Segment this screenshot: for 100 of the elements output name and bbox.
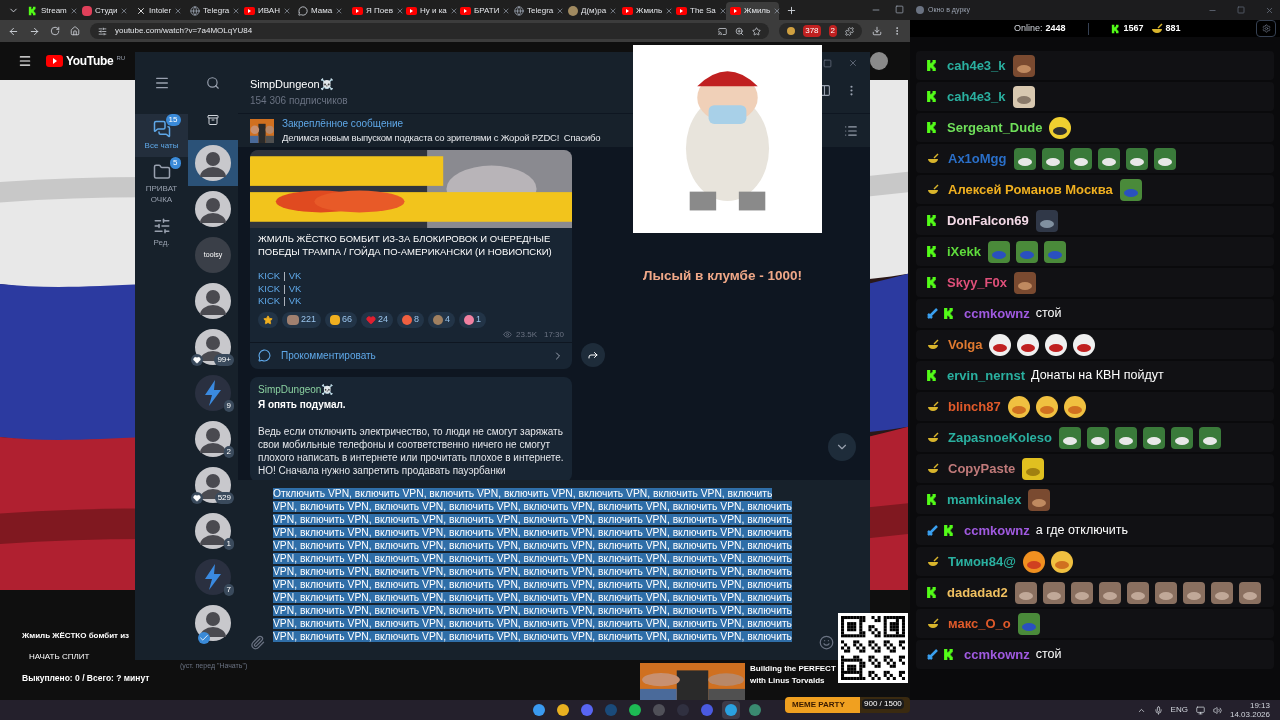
kick-logo-icon (926, 214, 939, 227)
chat-username: ccmkownz (964, 521, 1030, 540)
tab-title: Telegra (527, 5, 554, 17)
clock-date[interactable]: 14.03.2026 (1229, 710, 1270, 719)
close-icon[interactable] (773, 7, 782, 15)
browser-tab[interactable]: ИВАН (240, 2, 293, 20)
emote-icon (1021, 549, 1046, 574)
kick-logo-icon (926, 493, 939, 506)
emote-icon (1153, 580, 1178, 605)
chat-username: Sergeant_Dude (947, 118, 1043, 137)
chat-text: а где отключить (1035, 522, 1129, 540)
microphone-icon[interactable] (1153, 705, 1163, 715)
emote-icon (1181, 580, 1206, 605)
emote-icon (1044, 332, 1069, 357)
browser-tab[interactable]: Я Поев (348, 2, 401, 20)
emote-icon (1198, 425, 1223, 450)
close-icon[interactable] (335, 7, 344, 15)
emoji-icon[interactable] (819, 635, 834, 650)
emote-icon (1034, 394, 1059, 419)
emote-icon (1013, 270, 1037, 295)
cast-icon[interactable] (718, 26, 728, 36)
attach-icon[interactable] (250, 635, 265, 650)
chat-username: CopyPaste (948, 459, 1016, 478)
chat-username: iXekk (947, 242, 981, 261)
chat-username: Ax1oMgg (948, 149, 1007, 168)
emote-icon (987, 239, 1011, 264)
back-icon[interactable] (8, 25, 19, 37)
close-icon[interactable] (502, 7, 511, 15)
close-icon[interactable] (718, 7, 727, 15)
forward-icon[interactable] (29, 25, 40, 37)
site-info-icon[interactable] (98, 26, 107, 36)
browser-tab[interactable]: Студи (78, 2, 131, 20)
emote-icon (1043, 239, 1067, 264)
play-favicon-icon (352, 7, 363, 15)
close-icon[interactable] (395, 7, 404, 15)
browser-tab[interactable]: Жмиль (726, 2, 779, 20)
bought-text: Выкуплено: 0 / Всего: ? минут (22, 672, 150, 685)
tab-title: ИВАН (258, 5, 280, 17)
close-icon[interactable] (665, 7, 674, 15)
tab-title: Мама (311, 5, 333, 17)
play-favicon-icon (730, 7, 741, 15)
browser-tab[interactable]: Stream (24, 2, 77, 20)
chat-username: ervin_nernst (947, 366, 1026, 385)
browser-tab[interactable]: Intoler (132, 2, 185, 20)
close-icon[interactable] (69, 7, 78, 15)
zoom-icon[interactable] (735, 26, 745, 36)
menu-icon[interactable] (18, 54, 32, 68)
online-label: Online: (1014, 21, 1043, 35)
clock-time[interactable]: 19:13 (1249, 701, 1270, 710)
kick-logo-icon (943, 524, 956, 537)
tab-title: Жмиль (636, 5, 663, 17)
browser-tab[interactable]: Мама (294, 2, 347, 20)
close-icon[interactable] (174, 7, 183, 15)
chat-username: dadadad2 (947, 583, 1008, 602)
browser-tab[interactable]: Жмиль (618, 2, 671, 20)
chat-username: Тимон84@ (948, 552, 1016, 571)
chat-username: Алексей Романов Москва (948, 180, 1113, 199)
new-tab-icon[interactable] (786, 5, 797, 16)
close-icon[interactable] (556, 7, 565, 15)
browser-tab[interactable]: БРАТИ (456, 2, 509, 20)
close-icon[interactable] (1265, 5, 1274, 15)
extension-badge: 378 (803, 25, 821, 37)
url-text: youtube.com/watch?v=7a4MOLqYU84 (115, 25, 253, 37)
reload-icon[interactable] (50, 26, 60, 36)
youtube-logo[interactable]: YouTube $^{RU}$ (46, 52, 126, 70)
avatar-icon[interactable] (870, 52, 888, 70)
browser-tab[interactable]: Ну и ка (402, 2, 455, 20)
chat-username: DonFalcon69 (947, 211, 1029, 230)
close-icon[interactable] (848, 58, 858, 68)
split-button[interactable]: НАЧАТЬ СПЛИТ (22, 651, 90, 663)
home-icon[interactable] (70, 26, 80, 36)
emote-icon (1142, 425, 1167, 450)
bowl-icon (926, 338, 940, 351)
display-icon[interactable] (1195, 705, 1205, 715)
bowl-icon (926, 617, 940, 630)
extensions-icon[interactable] (845, 26, 854, 36)
download-icon[interactable] (872, 26, 882, 36)
kick-favicon-icon (28, 6, 38, 16)
browser-tab[interactable]: Telegra (510, 2, 563, 20)
language-indicator[interactable]: ENG (1170, 704, 1188, 716)
close-icon[interactable] (449, 7, 458, 15)
kick-logo-icon (926, 369, 939, 382)
emote-icon (1034, 208, 1059, 233)
close-icon[interactable] (282, 7, 291, 15)
bookmark-icon[interactable] (752, 26, 762, 36)
browser-tab[interactable]: Д(м)ра (564, 2, 617, 20)
taskbar-app-icon[interactable] (722, 701, 740, 719)
extension-icon[interactable] (787, 27, 796, 35)
volume-icon[interactable] (1212, 705, 1222, 715)
address-field[interactable]: youtube.com/watch?v=7a4MOLqYU84 (90, 23, 770, 39)
browser-tab[interactable]: Telegra (186, 2, 239, 20)
browser-tab[interactable]: The Sa (672, 2, 725, 20)
emote-icon (988, 332, 1013, 357)
chat-username: cah4e3_k (947, 87, 1006, 106)
close-icon[interactable] (232, 7, 241, 15)
close-icon[interactable] (609, 7, 618, 15)
close-icon[interactable] (120, 7, 129, 15)
emote-icon (1058, 425, 1083, 450)
tab-title: Stream (41, 5, 67, 17)
maximize-icon[interactable] (895, 5, 904, 14)
